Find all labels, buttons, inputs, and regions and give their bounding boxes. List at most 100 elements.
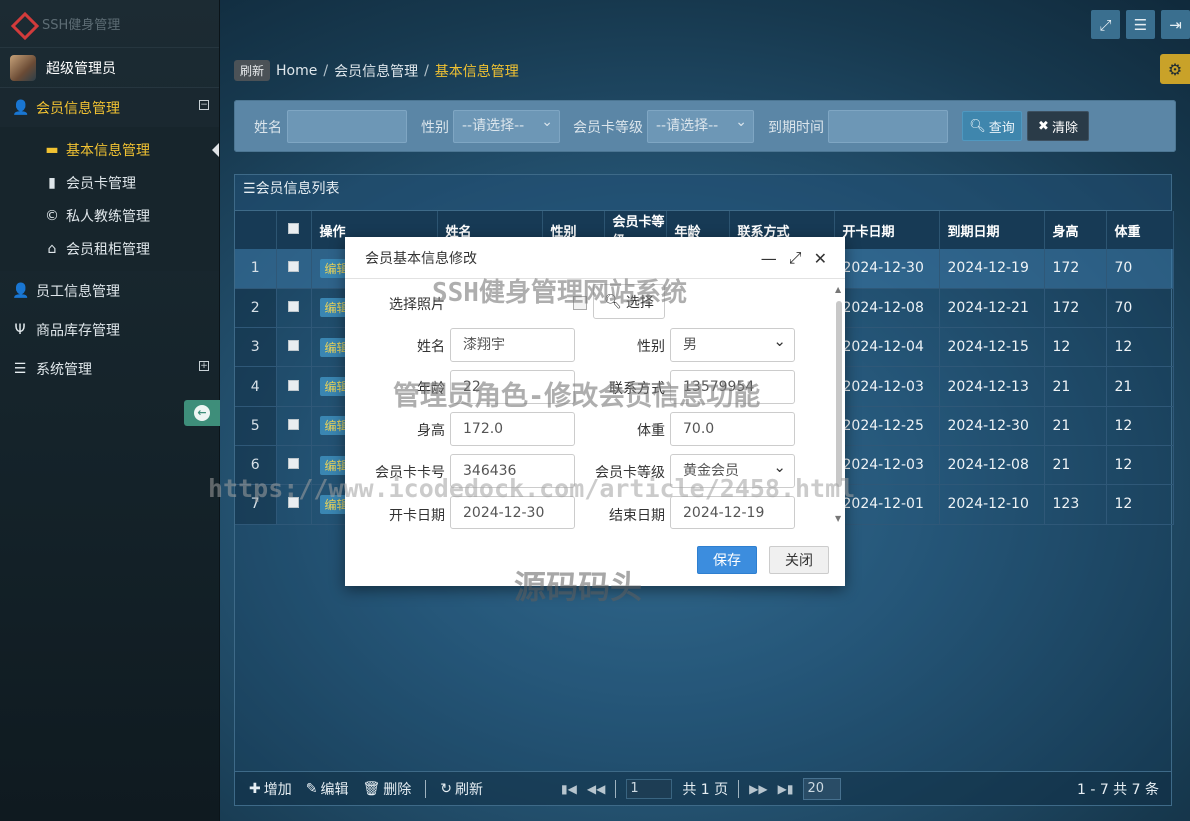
name-label: 姓名 [417,339,445,355]
name-input[interactable]: 漆翔宇 [450,328,575,362]
end-date-cell: 2024-12-10 [939,484,1045,525]
height-cell: 21 [1044,406,1107,446]
top-toolbar: ⤢ ☰ ⇥ [1091,10,1190,39]
weight-input[interactable]: 70.0 [670,412,795,446]
weight-label: 体重 [637,423,665,439]
book-icon: ▮ [48,174,56,191]
end-date-input[interactable]: 2024-12-19 [670,496,795,529]
collapse-toggle-icon[interactable]: − [199,100,209,110]
row-checkbox[interactable] [276,406,312,446]
query-button[interactable]: 🔍︎ 查询 [962,111,1022,141]
edit-member-dialog: 会员基本信息修改 — ⤢ ✕ ▲ ▼ 选择照片 🔍︎ 选择 姓名 漆翔宇 性别 … [345,237,845,586]
gender-select[interactable]: --请选择-- [453,107,560,143]
start-date-cell: 2024-12-30 [834,249,940,289]
user-icon: 👤 [12,282,30,299]
logout-icon[interactable]: ⇥ [1161,10,1190,39]
row-checkbox[interactable] [276,288,312,329]
fullscreen-icon[interactable]: ⤢ [1091,10,1120,39]
menu-icon[interactable]: ☰ [1126,10,1155,39]
dialog-header: 会员基本信息修改 — ⤢ ✕ [345,237,845,279]
level-select[interactable]: --请选择-- [647,107,754,143]
row-checkbox[interactable] [276,366,312,407]
menu-staff-info[interactable]: 👤 员工信息管理 [0,271,219,310]
column-header[interactable]: 开卡日期 [834,211,940,249]
expand-toggle-icon[interactable]: + [199,361,209,371]
submenu-personal-trainer[interactable]: © 私人教练管理 [0,199,219,232]
edit-label: 编辑 [320,781,349,798]
height-cell: 21 [1044,445,1107,486]
last-page-icon[interactable]: ▶▮ [778,782,794,796]
page-info: 1 - 7 共 7 条 [1076,781,1159,798]
menu-inventory[interactable]: Ψ 商品库存管理 [0,310,219,349]
select-all-checkbox[interactable] [276,211,312,249]
save-button[interactable]: 保存 [697,546,757,574]
height-cell: 172 [1044,249,1107,289]
list-icon: ☰ [13,360,27,377]
maximize-icon[interactable]: ⤢ [789,248,802,268]
logo[interactable]: SSH健身管理 [0,0,219,48]
row-checkbox[interactable] [276,327,312,368]
page-size-select[interactable]: 20 [803,777,842,800]
age-input[interactable]: 22 [450,370,575,404]
phone-input[interactable]: 13579954 [670,370,795,404]
prev-page-icon[interactable]: ◀◀ [587,782,605,796]
start-date-input[interactable]: 2024-12-30 [450,496,575,529]
scroll-thumb[interactable] [836,301,842,487]
card-number-input[interactable]: 346436 [450,454,575,488]
refresh-button[interactable]: ↻ 刷新 [440,779,483,799]
breadcrumb-home[interactable]: Home [276,63,317,79]
column-header[interactable]: 体重 [1106,211,1174,249]
sidebar-collapse-button[interactable]: ← [184,400,220,426]
close-button[interactable]: 关闭 [769,546,829,574]
breadcrumb-separator: / [323,62,329,79]
row-number: 7 [235,484,277,525]
gender-label: 性别 [637,339,665,355]
menu-member-info[interactable]: 👤 会员信息管理 − [0,88,219,127]
breadcrumb-current: 基本信息管理 [434,63,519,80]
refresh-tag[interactable]: 刷新 [234,60,271,81]
scroll-down-icon[interactable]: ▼ [835,514,841,523]
name-input[interactable] [287,110,407,143]
choose-photo-button[interactable]: 🔍︎ 选择 [593,284,665,319]
name-label: 姓名 [254,120,282,136]
end-date-cell: 2024-12-15 [939,327,1045,368]
height-cell: 12 [1044,327,1107,368]
height-input[interactable]: 172.0 [450,412,575,446]
expire-date-input[interactable] [828,110,948,143]
gear-icon[interactable]: ⚙ [1160,54,1190,84]
user-name: 超级管理员 [46,60,116,77]
breadcrumb-parent[interactable]: 会员信息管理 [334,61,418,81]
close-icon[interactable]: ✕ [814,249,827,268]
add-button[interactable]: ✚ 增加 [249,779,292,799]
pager-divider [615,779,617,798]
start-date-cell: 2024-12-04 [834,327,940,368]
column-header[interactable]: 到期日期 [939,211,1045,249]
cutlery-icon: Ψ [14,321,26,338]
gender-select[interactable]: 男 [670,325,795,362]
scroll-up-icon[interactable]: ▲ [835,285,841,294]
delete-button[interactable]: 🗑︎ 删除 [362,779,411,799]
row-checkbox[interactable] [276,484,312,525]
weight-cell: 70 [1106,249,1174,289]
submenu-locker[interactable]: ⌂ 会员租柜管理 [0,232,219,265]
end-date-cell: 2024-12-19 [939,249,1045,289]
logo-icon [12,12,36,36]
page-number-input[interactable]: 1 [626,778,673,799]
edit-toolbar-button[interactable]: ✎ 编辑 [306,779,349,799]
submenu-basic-info[interactable]: ▬ 基本信息管理 [0,133,219,166]
submenu-member-card[interactable]: ▮ 会员卡管理 [0,166,219,199]
column-header[interactable]: 身高 [1044,211,1107,249]
row-checkbox[interactable] [276,445,312,486]
minimize-icon[interactable]: — [761,249,777,268]
clear-button[interactable]: ✖ 清除 [1027,111,1089,141]
menu-system[interactable]: ☰ 系统管理 + [0,349,219,388]
start-date-cell: 2024-12-03 [834,445,940,486]
start-date-cell: 2024-12-01 [834,484,940,525]
start-date-label: 开卡日期 [389,508,445,524]
row-checkbox[interactable] [276,249,312,289]
next-page-icon[interactable]: ▶▶ [749,782,767,796]
first-page-icon[interactable]: ▮◀ [561,782,577,796]
dialog-scrollbar[interactable]: ▲ ▼ [835,285,843,523]
page-total: 共 1 页 [682,781,729,798]
card-level-select[interactable]: 黄金会员 [670,451,795,488]
